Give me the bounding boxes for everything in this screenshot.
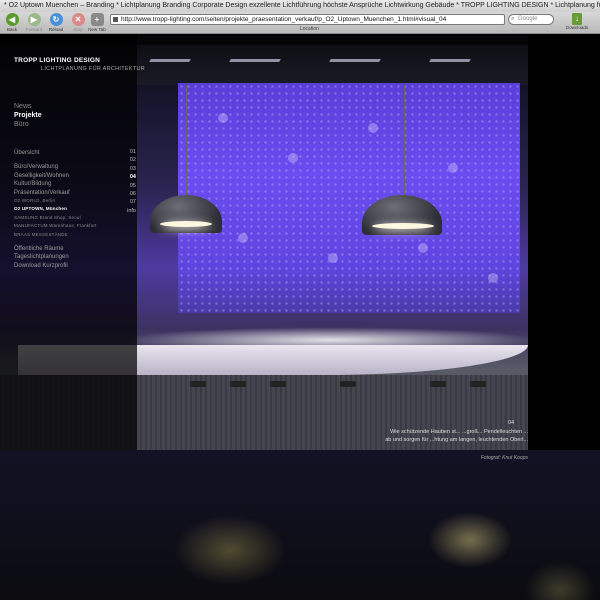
download-icon: ↓: [572, 13, 582, 25]
illuminated-wall: [178, 83, 520, 313]
project-manufactum[interactable]: MANUFACTUM Warenhaus, Frankfurt: [14, 222, 136, 230]
download-profile-link[interactable]: Download Kurzprofil: [14, 262, 136, 270]
lamp-glow: [372, 223, 434, 229]
image-link-06[interactable]: 06: [124, 190, 136, 198]
lamp-glow: [160, 221, 212, 227]
image-link-01[interactable]: 01: [124, 148, 136, 156]
window-title: * O2 Uptown Muenchen – Branding * Lichtp…: [0, 0, 600, 12]
wall-dot: [418, 243, 428, 253]
reload-button[interactable]: ↻ Reload: [45, 13, 67, 32]
site-logo[interactable]: TROPP LIGHTING DESIGN: [14, 57, 100, 64]
image-link-07[interactable]: 07: [124, 198, 136, 206]
site-tagline: LICHTPLANUNG FÜR ARCHITEKTUR: [41, 66, 146, 72]
stool: [190, 381, 206, 387]
browser-toolbar: ◀ Back ▶ Forward ↻ Reload ✕ Stop + New T…: [0, 12, 600, 34]
info-link[interactable]: info: [124, 207, 136, 215]
search-icon: ⌕: [511, 16, 515, 22]
forward-button[interactable]: ▶ Forward: [23, 13, 45, 32]
project-o2-uptown[interactable]: O2 UPTOWN, München: [14, 205, 136, 213]
project-nav: Übersicht Büro/Verwaltung Geselligkeit/W…: [14, 149, 136, 270]
project-samsung[interactable]: SAMSUNG Brand Shop, Seoul: [14, 214, 136, 222]
stool: [470, 381, 486, 387]
category-kultur-bildung[interactable]: Kultur/Bildung: [14, 180, 136, 188]
reload-icon: ↻: [49, 13, 63, 26]
image-link-04[interactable]: 04: [124, 173, 136, 181]
stool: [230, 381, 246, 387]
wall-dot: [218, 113, 228, 123]
url-text: http://www.tropp-lighting.com/seiten/pro…: [121, 16, 447, 23]
project-braas[interactable]: BRAAS MESSESTÄNDE: [14, 231, 136, 239]
category-praesentation-verkauf[interactable]: Präsentation/Verkauf: [14, 189, 136, 197]
wall-dot: [368, 123, 378, 133]
new-tab-button[interactable]: + New Tab: [86, 13, 108, 32]
back-arrow-icon: ◀: [5, 13, 19, 26]
lamp-cord: [404, 85, 405, 197]
image-pager: 01 02 03 04 05 06 07 info: [124, 148, 136, 215]
search-input[interactable]: ⌕ Google: [508, 14, 554, 25]
address-bar[interactable]: http://www.tropp-lighting.com/seiten/pro…: [110, 14, 505, 25]
category-buero-verwaltung[interactable]: Büro/Verwaltung: [14, 163, 136, 171]
nav-news[interactable]: News: [14, 102, 42, 111]
category-tageslicht[interactable]: Tageslichtplanungen: [14, 253, 136, 261]
caption-number: 04: [508, 420, 515, 426]
image-link-02[interactable]: 02: [124, 156, 136, 164]
main-nav: News Projekte Büro: [14, 102, 42, 129]
image-link-05[interactable]: 05: [124, 182, 136, 190]
ceiling-light: [329, 59, 381, 62]
wall-dot: [328, 253, 338, 263]
nav-buero[interactable]: Büro: [14, 120, 42, 129]
image-link-03[interactable]: 03: [124, 165, 136, 173]
ceiling-light: [229, 59, 281, 62]
back-button[interactable]: ◀ Back: [1, 13, 23, 32]
new-tab-icon: +: [90, 13, 104, 26]
wall-dot: [238, 233, 248, 243]
project-o2-world[interactable]: O2 WORLD, Berlin: [14, 197, 136, 205]
nav-projekte[interactable]: Projekte: [14, 111, 42, 120]
category-geselligkeit-wohnen[interactable]: Geselligkeit/Wohnen: [14, 172, 136, 180]
category-oeffentliche-raeume[interactable]: Öffentliche Räume: [14, 245, 136, 253]
location-label: Location: [300, 26, 319, 32]
wall-dot: [488, 273, 498, 283]
stop-icon: ✕: [71, 13, 85, 26]
blurred-background: [0, 450, 600, 600]
ceiling-light: [149, 59, 191, 62]
nav-uebersicht[interactable]: Übersicht: [14, 149, 136, 157]
ceiling-light: [429, 59, 471, 62]
stool: [270, 381, 286, 387]
favicon-icon: [113, 17, 118, 22]
lamp-cord: [186, 85, 187, 197]
downloads-button[interactable]: ↓ Downloads: [556, 13, 598, 30]
stool: [340, 381, 356, 387]
wall-dot: [448, 163, 458, 173]
search-placeholder: Google: [518, 16, 538, 22]
stool: [430, 381, 446, 387]
wall-dot: [288, 153, 298, 163]
web-page: TROPP LIGHTING DESIGN LICHTPLANUNG FÜR A…: [0, 35, 600, 600]
caption-line-2: ab und sorgen für ...htung am langen, le…: [385, 437, 528, 443]
forward-arrow-icon: ▶: [27, 13, 41, 26]
caption-line-1: Wie schützende Hauben st... ...groß... P…: [390, 429, 528, 435]
photo-credit: Fotograf: Knut Koops: [480, 455, 528, 461]
photo-caption: Wie schützende Hauben st... ...groß... P…: [300, 428, 528, 444]
